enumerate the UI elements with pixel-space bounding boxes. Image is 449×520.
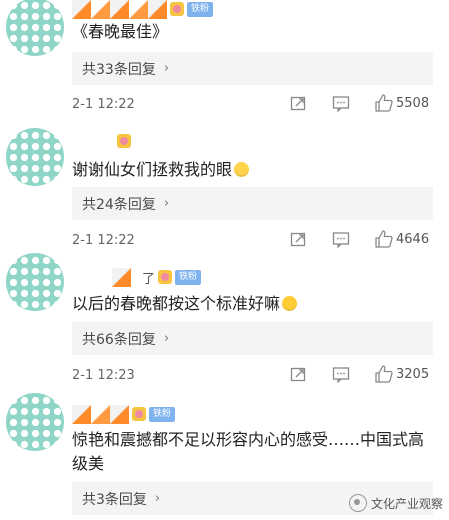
username-image: [112, 267, 131, 287]
action-row: 2-1 12:22 5508: [72, 94, 442, 114]
username-suffix: 了: [142, 271, 156, 287]
username-image: [72, 0, 167, 19]
thumbs-up-icon[interactable]: [374, 364, 394, 384]
comment-text: 谢谢仙女们拯救我的眼: [72, 158, 442, 182]
chevron-right-icon: ›: [163, 196, 170, 211]
crown-icon: [132, 407, 146, 421]
crown-icon: [170, 2, 184, 16]
reply-link[interactable]: 共66条回复 ›: [72, 322, 433, 355]
comment-icon[interactable]: [332, 95, 350, 112]
cry-emoji-icon: [282, 296, 298, 311]
reply-count-label: 共66条回复: [82, 331, 156, 348]
comment-text-body: 以后的春晚都按这个标准好嘛: [72, 294, 281, 313]
wechat-logo-icon: [348, 494, 367, 512]
tile: [72, 404, 91, 424]
timestamp: 2-1 12:22: [72, 96, 135, 112]
username-row[interactable]: 了 铁粉: [72, 267, 202, 287]
thumbs-up-icon[interactable]: [374, 229, 394, 249]
watermark: 文化产业观察: [348, 494, 443, 512]
tile: [110, 404, 129, 424]
avatar[interactable]: [6, 128, 64, 186]
tile: [91, 404, 110, 424]
username-image: [72, 404, 129, 424]
share-icon[interactable]: [290, 366, 307, 383]
action-row: 2-1 12:22 4646: [72, 230, 442, 250]
like-count: 5508: [396, 96, 430, 111]
reply-link[interactable]: 共24条回复 ›: [72, 187, 433, 220]
comment-text: 以后的春晚都按这个标准好嘛: [72, 292, 442, 316]
crown-icon: [158, 270, 173, 284]
username-row[interactable]: 铁粉: [72, 404, 176, 424]
tile: [110, 0, 129, 19]
comment-text-body: 《春晚最佳》: [72, 22, 169, 41]
tile: [91, 0, 110, 19]
username-row[interactable]: 铁粉: [72, 0, 214, 19]
tile: [129, 0, 148, 19]
timestamp: 2-1 12:22: [72, 232, 135, 248]
like-count: 4646: [396, 232, 430, 247]
chevron-right-icon: ›: [163, 61, 170, 76]
chevron-right-icon: ›: [154, 491, 161, 506]
comment-text-body: 谢谢仙女们拯救我的眼: [72, 160, 233, 179]
avatar[interactable]: [6, 253, 64, 311]
reply-count-label: 共24条回复: [82, 196, 156, 213]
reply-link[interactable]: 共33条回复 ›: [72, 52, 433, 85]
share-icon[interactable]: [290, 231, 307, 248]
action-row: 2-1 12:23 3205: [72, 365, 442, 385]
username-row[interactable]: [72, 131, 131, 151]
tile: [148, 0, 167, 19]
like-count: 3205: [396, 367, 430, 382]
reply-count-label: 共3条回复: [82, 491, 147, 508]
fan-badge: 铁粉: [175, 269, 202, 285]
fan-badge: 铁粉: [149, 406, 176, 422]
comment-text: 《春晚最佳》: [72, 20, 442, 44]
avatar[interactable]: [6, 0, 64, 56]
comment-icon[interactable]: [332, 366, 350, 383]
reply-count-label: 共33条回复: [82, 61, 156, 78]
comment-text: 惊艳和震撼都不足以形容内心的感受……中国式高级美: [72, 428, 437, 476]
tile: [72, 0, 91, 19]
thumbs-up-icon[interactable]: [374, 93, 394, 113]
share-icon[interactable]: [290, 95, 307, 112]
comment-icon[interactable]: [332, 231, 350, 248]
chevron-right-icon: ›: [163, 331, 170, 346]
fan-badge: 铁粉: [187, 1, 214, 17]
timestamp: 2-1 12:23: [72, 367, 135, 383]
watermark-text: 文化产业观察: [370, 496, 443, 511]
comment-text-body: 惊艳和震撼都不足以形容内心的感受……中国式高级美: [72, 430, 425, 473]
avatar[interactable]: [6, 393, 64, 451]
crown-icon: [117, 134, 131, 148]
smile-emoji-icon: [234, 162, 250, 177]
